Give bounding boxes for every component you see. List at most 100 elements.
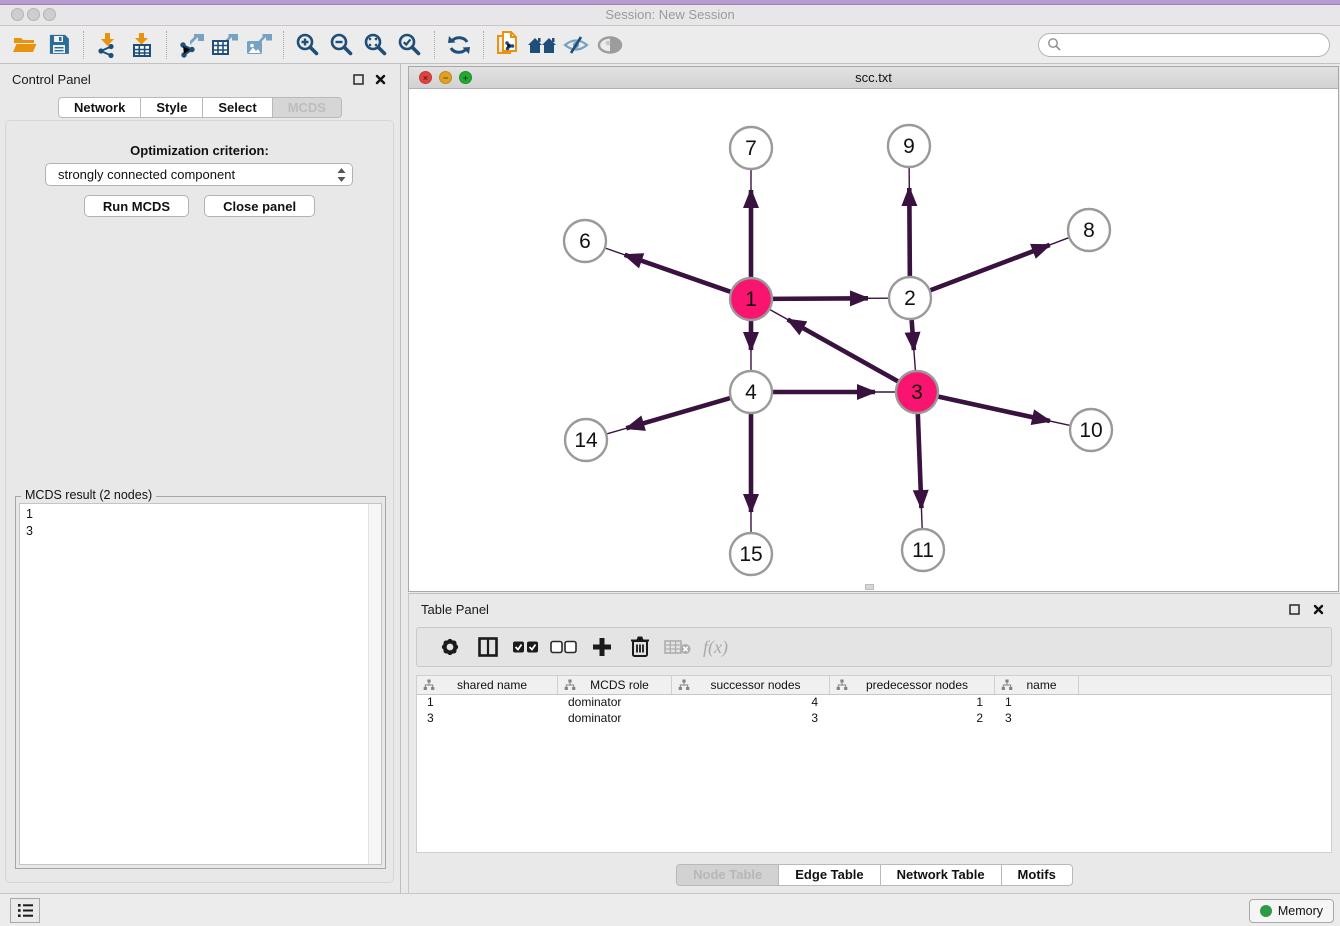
table-cell[interactable]: dominator [558,695,672,711]
node-label-11: 11 [912,539,934,562]
edge-3-11[interactable] [918,411,922,508]
table-cell[interactable]: 3 [672,711,830,727]
table-cell[interactable]: 1 [830,695,995,711]
zoom-out-icon[interactable] [325,29,359,61]
column-header-MCDS-role[interactable]: MCDS role [558,676,672,694]
optimization-criterion-label: Optimization criterion: [6,143,393,158]
close-panel-button[interactable]: Close panel [204,195,315,217]
import-table-icon[interactable] [125,29,159,61]
column-header-successor-nodes[interactable]: successor nodes [672,676,830,694]
open-icon[interactable] [8,29,42,61]
table-cell[interactable]: 3 [995,711,1079,727]
memory-status-icon [1260,905,1272,917]
float-panel-icon[interactable] [350,71,366,87]
export-network-icon[interactable] [174,29,208,61]
application-window: Session: New Session [0,0,1340,926]
import-network-icon[interactable] [91,29,125,61]
search-input[interactable] [1062,35,1329,55]
column-header-label: name [1013,678,1078,692]
run-mcds-button[interactable]: Run MCDS [84,195,189,217]
close-table-panel-icon[interactable] [1310,601,1326,617]
node-label-1: 1 [745,288,757,311]
edge-3-10[interactable] [936,396,1050,421]
toolbar-separator [166,31,167,59]
settings-gear-icon[interactable] [431,632,469,662]
tab-network-table[interactable]: Network Table [881,864,1002,886]
zoom-in-icon[interactable] [291,29,325,61]
node-table[interactable]: shared nameMCDS rolesuccessor nodesprede… [416,675,1332,853]
edge-2-9[interactable] [909,188,910,279]
table-tabs: Node TableEdge TableNetwork TableMotifs [409,864,1340,886]
delete-column-icon[interactable] [621,632,659,662]
column-header-name[interactable]: name [995,676,1079,694]
status-bar: Memory [0,893,1340,926]
table-cell[interactable]: dominator [558,711,672,727]
attribute-type-icon [678,679,690,691]
eye-icon [593,29,627,61]
refresh-icon[interactable] [442,29,476,61]
selected-criterion: strongly connected component [58,167,337,182]
memory-label: Memory [1278,904,1323,918]
mcds-result-group: MCDS result (2 nodes) 1 3 [15,496,386,869]
table-cell[interactable]: 1 [417,695,558,711]
table-header-row: shared nameMCDS rolesuccessor nodesprede… [417,676,1331,695]
task-history-button[interactable] [10,898,40,923]
edge-3-1[interactable] [788,320,901,383]
deselect-all-icon[interactable] [545,632,583,662]
control-panel-tabs: Network Style Select MCDS [0,97,400,118]
table-cell[interactable]: 2 [830,711,995,727]
tab-network[interactable]: Network [58,97,141,118]
network-window-titlebar: × − + scc.txt [409,67,1338,89]
result-scrollbar[interactable] [368,504,381,864]
main-toolbar [0,26,1340,64]
table-cell[interactable]: 1 [995,695,1079,711]
delete-table-icon [659,632,697,662]
column-header-shared-name[interactable]: shared name [417,676,558,694]
edge-4-14[interactable] [626,397,732,428]
toolbar-separator [483,31,484,59]
table-row[interactable]: 1dominator411 [417,695,1331,711]
search-box[interactable] [1038,33,1330,57]
column-selector-icon[interactable] [469,632,507,662]
table-panel-title: Table Panel [421,602,489,617]
table-cell[interactable]: 3 [417,711,558,727]
zoom-selected-icon[interactable] [393,29,427,61]
tab-select[interactable]: Select [203,97,272,118]
window-top-accent [0,0,1340,5]
tab-motifs[interactable]: Motifs [1002,864,1073,886]
control-panel-title: Control Panel [12,72,91,87]
edge-2-3[interactable] [911,317,913,350]
export-table-icon[interactable] [208,29,242,61]
node-label-9: 9 [903,135,915,158]
network-view-window: × − + scc.txt 7968124314101511 [408,66,1339,592]
attribute-type-icon [1001,679,1013,691]
attribute-type-icon [564,679,576,691]
tab-node-table[interactable]: Node Table [676,864,779,886]
clone-network-icon[interactable] [491,29,525,61]
network-graph-canvas[interactable]: 7968124314101511 [409,90,1338,592]
tab-edge-table[interactable]: Edge Table [779,864,880,886]
list-icon [17,903,34,918]
memory-button[interactable]: Memory [1249,899,1334,923]
close-panel-icon[interactable] [372,71,388,87]
edge-1-6[interactable] [625,255,733,293]
edge-2-8[interactable] [928,245,1050,291]
column-header-predecessor-nodes[interactable]: predecessor nodes [830,676,995,694]
optimization-criterion-select[interactable]: strongly connected component [45,163,353,186]
edge-1-2[interactable] [770,298,868,299]
node-label-7: 7 [745,137,757,160]
eye-slash-icon[interactable] [559,29,593,61]
tab-style[interactable]: Style [141,97,203,118]
zoom-fit-icon[interactable] [359,29,393,61]
save-icon[interactable] [42,29,76,61]
float-table-panel-icon[interactable] [1286,601,1302,617]
add-column-icon[interactable] [583,632,621,662]
home-icon[interactable] [525,29,559,61]
select-all-icon[interactable] [507,632,545,662]
view-resize-handle[interactable] [865,584,874,590]
table-row[interactable]: 3dominator323 [417,711,1331,727]
export-image-icon[interactable] [242,29,276,61]
table-cell[interactable]: 4 [672,695,830,711]
tab-mcds[interactable]: MCDS [273,97,342,118]
mcds-result-text[interactable]: 1 3 [19,503,382,865]
